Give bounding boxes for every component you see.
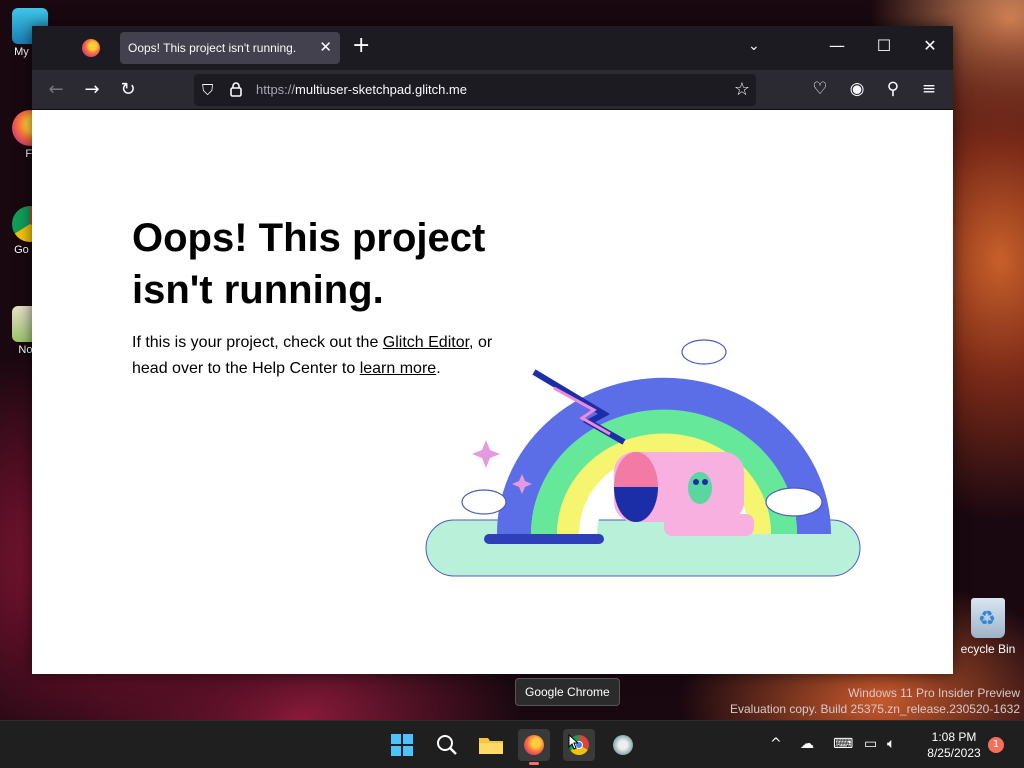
- reload-button[interactable]: ↻: [115, 78, 141, 102]
- clock[interactable]: 1:08 PM 8/25/2023: [912, 729, 996, 761]
- navigation-toolbar: ← → ↻ ⛉ https://multiuser-sketchpad.glit…: [32, 70, 953, 110]
- keyboard-icon[interactable]: ⌨: [833, 736, 853, 752]
- maximize-button[interactable]: ☐: [869, 36, 899, 55]
- shield-icon[interactable]: ⛉: [202, 81, 213, 99]
- clock-time: 1:08 PM: [931, 730, 977, 744]
- bookmark-star-icon[interactable]: ☆: [734, 79, 750, 100]
- desktop-icon-recycle-bin[interactable]: ecycle Bin: [952, 598, 1024, 656]
- description-text: If this is your project, check out the: [132, 334, 383, 351]
- show-hidden-icons-chevron-icon[interactable]: ^: [770, 736, 782, 752]
- pocket-icon[interactable]: ♡: [809, 79, 831, 99]
- disc-app-icon: [613, 735, 633, 755]
- firefox-icon: [524, 735, 544, 755]
- lock-icon[interactable]: [230, 81, 242, 97]
- network-icon[interactable]: ▭: [864, 736, 877, 752]
- page-content: Oops! This project isn't running. If thi…: [32, 110, 953, 674]
- firefox-window: Oops! This project isn't running. ✕ + ⌄ …: [32, 26, 953, 674]
- start-button[interactable]: [386, 729, 418, 761]
- page-title: Oops! This project isn't running.: [132, 216, 486, 312]
- extensions-icon[interactable]: ⚲: [882, 79, 904, 99]
- forward-button[interactable]: →: [79, 78, 105, 102]
- notification-badge[interactable]: 1: [988, 737, 1004, 753]
- clock-date: 8/25/2023: [927, 746, 981, 760]
- watermark-line: Evaluation copy. Build 25375.zn_release.…: [730, 702, 1020, 716]
- new-tab-button[interactable]: +: [352, 35, 370, 57]
- watermark-line: Windows 11 Pro Insider Preview: [848, 686, 1020, 700]
- taskbar-app-button[interactable]: [607, 729, 639, 761]
- mouse-cursor-icon: [568, 734, 578, 750]
- close-tab-icon[interactable]: ✕: [319, 38, 332, 56]
- recycle-bin-icon: [971, 598, 1005, 638]
- search-icon: [437, 735, 457, 755]
- taskbar: ^ ☁ ⌨ ▭ 🔈︎ 1:08 PM 8/25/2023 1: [0, 720, 1024, 768]
- address-bar[interactable]: ⛉ https://multiuser-sketchpad.glitch.me …: [194, 74, 756, 106]
- volume-icon[interactable]: 🔈︎: [887, 736, 895, 752]
- tab-title: Oops! This project isn't running.: [128, 41, 297, 55]
- list-all-tabs-chevron-icon[interactable]: ⌄: [748, 38, 760, 54]
- back-button[interactable]: ←: [43, 78, 69, 102]
- tab-bar: Oops! This project isn't running. ✕ + ⌄ …: [32, 26, 953, 70]
- search-button[interactable]: [431, 729, 463, 761]
- account-icon[interactable]: ◉: [846, 79, 868, 99]
- windows-watermark: Windows 11 Pro Insider Preview Evaluatio…: [730, 685, 1020, 717]
- desktop-icon-label: ecycle Bin: [960, 642, 1016, 656]
- url-protocol: https://: [256, 82, 296, 97]
- menu-icon[interactable]: ≡: [918, 79, 940, 99]
- minimize-button[interactable]: —: [822, 36, 852, 55]
- firefox-view-icon[interactable]: [82, 39, 100, 57]
- onedrive-icon[interactable]: ☁: [800, 736, 814, 752]
- taskbar-firefox-button[interactable]: [518, 729, 550, 765]
- tab-active[interactable]: Oops! This project isn't running. ✕: [120, 32, 340, 64]
- windows-logo-icon: [391, 734, 413, 756]
- url-host: multiuser-sketchpad.glitch.me: [295, 82, 467, 97]
- broken-rainbow-illustration: [425, 339, 861, 577]
- file-explorer-button[interactable]: [475, 729, 507, 761]
- folder-icon: [479, 738, 503, 754]
- active-indicator: [529, 762, 539, 765]
- taskbar-tooltip: Google Chrome: [515, 678, 620, 706]
- close-window-button[interactable]: ✕: [915, 36, 945, 55]
- url-text: https://multiuser-sketchpad.glitch.me: [256, 82, 467, 97]
